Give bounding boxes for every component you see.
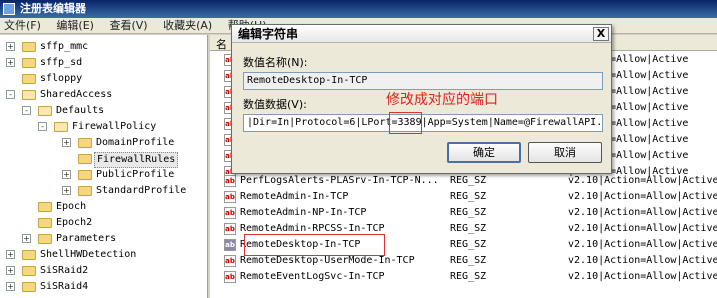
expand-icon[interactable]: + xyxy=(6,282,15,291)
folder-icon xyxy=(38,202,52,212)
tree-item-label: FirewallPolicy xyxy=(72,121,157,132)
expand-icon[interactable]: + xyxy=(6,266,15,275)
folder-icon xyxy=(78,154,92,164)
value-type: REG_SZ xyxy=(450,207,487,218)
folder-icon xyxy=(22,266,36,276)
menu-file[interactable]: 文件(F) xyxy=(4,18,41,33)
list-row[interactable]: ab RemoteAdmin-In-TCP REG_SZ v2.10|Actio… xyxy=(210,189,717,205)
expand-icon[interactable]: + xyxy=(6,58,15,67)
open-folder-icon xyxy=(54,122,68,132)
port-highlight-box xyxy=(389,112,422,134)
expand-icon[interactable]: + xyxy=(62,138,71,147)
string-value-icon: ab xyxy=(224,271,236,283)
expand-icon[interactable]: + xyxy=(6,250,15,259)
cancel-button[interactable]: 取消 xyxy=(528,142,602,163)
tree-item-label: SharedAccess xyxy=(40,89,113,100)
folder-icon xyxy=(22,42,36,52)
tree-item-label: sfloppy xyxy=(40,73,83,84)
tree-item-label: PublicProfile xyxy=(96,169,175,180)
value-data-label: 数值数据(V): xyxy=(243,98,307,111)
value-name: RemoteEventLogSvc-In-TCP xyxy=(240,271,385,282)
value-type: REG_SZ xyxy=(450,239,487,250)
string-value-icon: ab xyxy=(224,175,236,187)
window-title-bar[interactable]: 注册表编辑器 xyxy=(0,0,717,18)
value-name-label: 数值名称(N): xyxy=(243,56,308,69)
list-row[interactable]: ab RemoteAdmin-NP-In-TCP REG_SZ v2.10|Ac… xyxy=(210,205,717,221)
menu-favorites[interactable]: 收藏夹(A) xyxy=(163,18,212,33)
tree-item-label: FirewallRules xyxy=(94,152,179,168)
value-type: REG_SZ xyxy=(450,255,487,266)
value-data: v2.10|Action=Allow|Active xyxy=(568,255,717,266)
collapse-icon[interactable]: - xyxy=(22,106,31,115)
value-data: v2.10|Action=Allow|Active xyxy=(568,175,717,186)
value-name: RemoteAdmin-In-TCP xyxy=(240,191,349,202)
folder-icon xyxy=(22,282,36,292)
expand-icon[interactable]: + xyxy=(22,234,31,243)
value-name-field[interactable]: RemoteDesktop-In-TCP xyxy=(243,72,603,90)
value-type: REG_SZ xyxy=(450,175,487,186)
open-folder-icon xyxy=(22,90,36,100)
close-icon[interactable]: X xyxy=(593,27,609,41)
list-row[interactable]: ab PerfLogsAlerts-PLASrv-In-TCP-N... REG… xyxy=(210,173,717,189)
tree-item-label: Epoch xyxy=(56,201,87,212)
value-name: RemoteAdmin-NP-In-TCP xyxy=(240,207,367,218)
tree-item-label: sffp_sd xyxy=(40,57,83,68)
value-data: v2.10|Action=Allow|Active xyxy=(568,271,717,282)
expand-icon[interactable]: + xyxy=(62,186,71,195)
string-value-icon: ab xyxy=(224,239,236,251)
string-value-icon: ab xyxy=(224,207,236,219)
tree-item-label: Defaults xyxy=(56,105,105,116)
open-folder-icon xyxy=(38,106,52,116)
tree-item-label: SiSRaid4 xyxy=(40,281,89,292)
expand-icon[interactable]: + xyxy=(62,170,71,179)
registry-app-icon xyxy=(3,3,15,15)
collapse-icon[interactable]: - xyxy=(6,90,15,99)
registry-tree[interactable]: + sffp_mmc + sffp_sd sfloppy - SharedAcc… xyxy=(0,35,208,298)
tree-item-label: DomainProfile xyxy=(96,137,175,148)
menu-edit[interactable]: 编辑(E) xyxy=(56,18,94,33)
folder-icon xyxy=(78,170,92,180)
tree-item-label: SiSRaid2 xyxy=(40,265,89,276)
tree-item-label: Epoch2 xyxy=(56,217,93,228)
tree-item-label: Parameters xyxy=(56,233,117,244)
list-row[interactable]: ab RemoteEventLogSvc-In-TCP REG_SZ v2.10… xyxy=(210,269,717,285)
folder-icon xyxy=(22,58,36,68)
highlight-box xyxy=(244,234,385,256)
window-title: 注册表编辑器 xyxy=(20,2,86,15)
value-type: REG_SZ xyxy=(450,271,487,282)
folder-icon xyxy=(38,218,52,228)
value-data: v2.10|Action=Allow|Active xyxy=(568,223,717,234)
tree-item-label: ShellHWDetection xyxy=(40,249,137,260)
menu-view[interactable]: 查看(V) xyxy=(109,18,147,33)
string-value-icon: ab xyxy=(224,191,236,203)
value-type: REG_SZ xyxy=(450,223,487,234)
tree-item-label: StandardProfile xyxy=(96,185,187,196)
folder-icon xyxy=(22,250,36,260)
string-value-icon: ab xyxy=(224,255,236,267)
column-header-name[interactable]: 名 xyxy=(216,36,227,52)
value-type: REG_SZ xyxy=(450,191,487,202)
value-data: v2.10|Action=Allow|Active xyxy=(568,207,717,218)
value-data: v2.10|Action=Allow|Active xyxy=(568,191,717,202)
value-name: PerfLogsAlerts-PLASrv-In-TCP-N... xyxy=(240,175,439,186)
ok-button[interactable]: 确定 xyxy=(447,142,521,163)
string-value-icon: ab xyxy=(224,223,236,235)
folder-icon xyxy=(38,234,52,244)
tree-item-label: sffp_mmc xyxy=(40,41,89,52)
dialog-title[interactable]: 编辑字符串 xyxy=(232,25,611,43)
collapse-icon[interactable]: - xyxy=(38,122,47,131)
folder-icon xyxy=(78,186,92,196)
folder-icon xyxy=(22,74,36,84)
value-data: v2.10|Action=Allow|Active xyxy=(568,239,717,250)
value-data-input[interactable]: |Dir=In|Protocol=6|LPort=3389|App=System… xyxy=(243,114,603,132)
folder-icon xyxy=(78,138,92,148)
annotation-text: 修改成对应的端口 xyxy=(386,92,498,108)
expand-icon[interactable]: + xyxy=(6,42,15,51)
